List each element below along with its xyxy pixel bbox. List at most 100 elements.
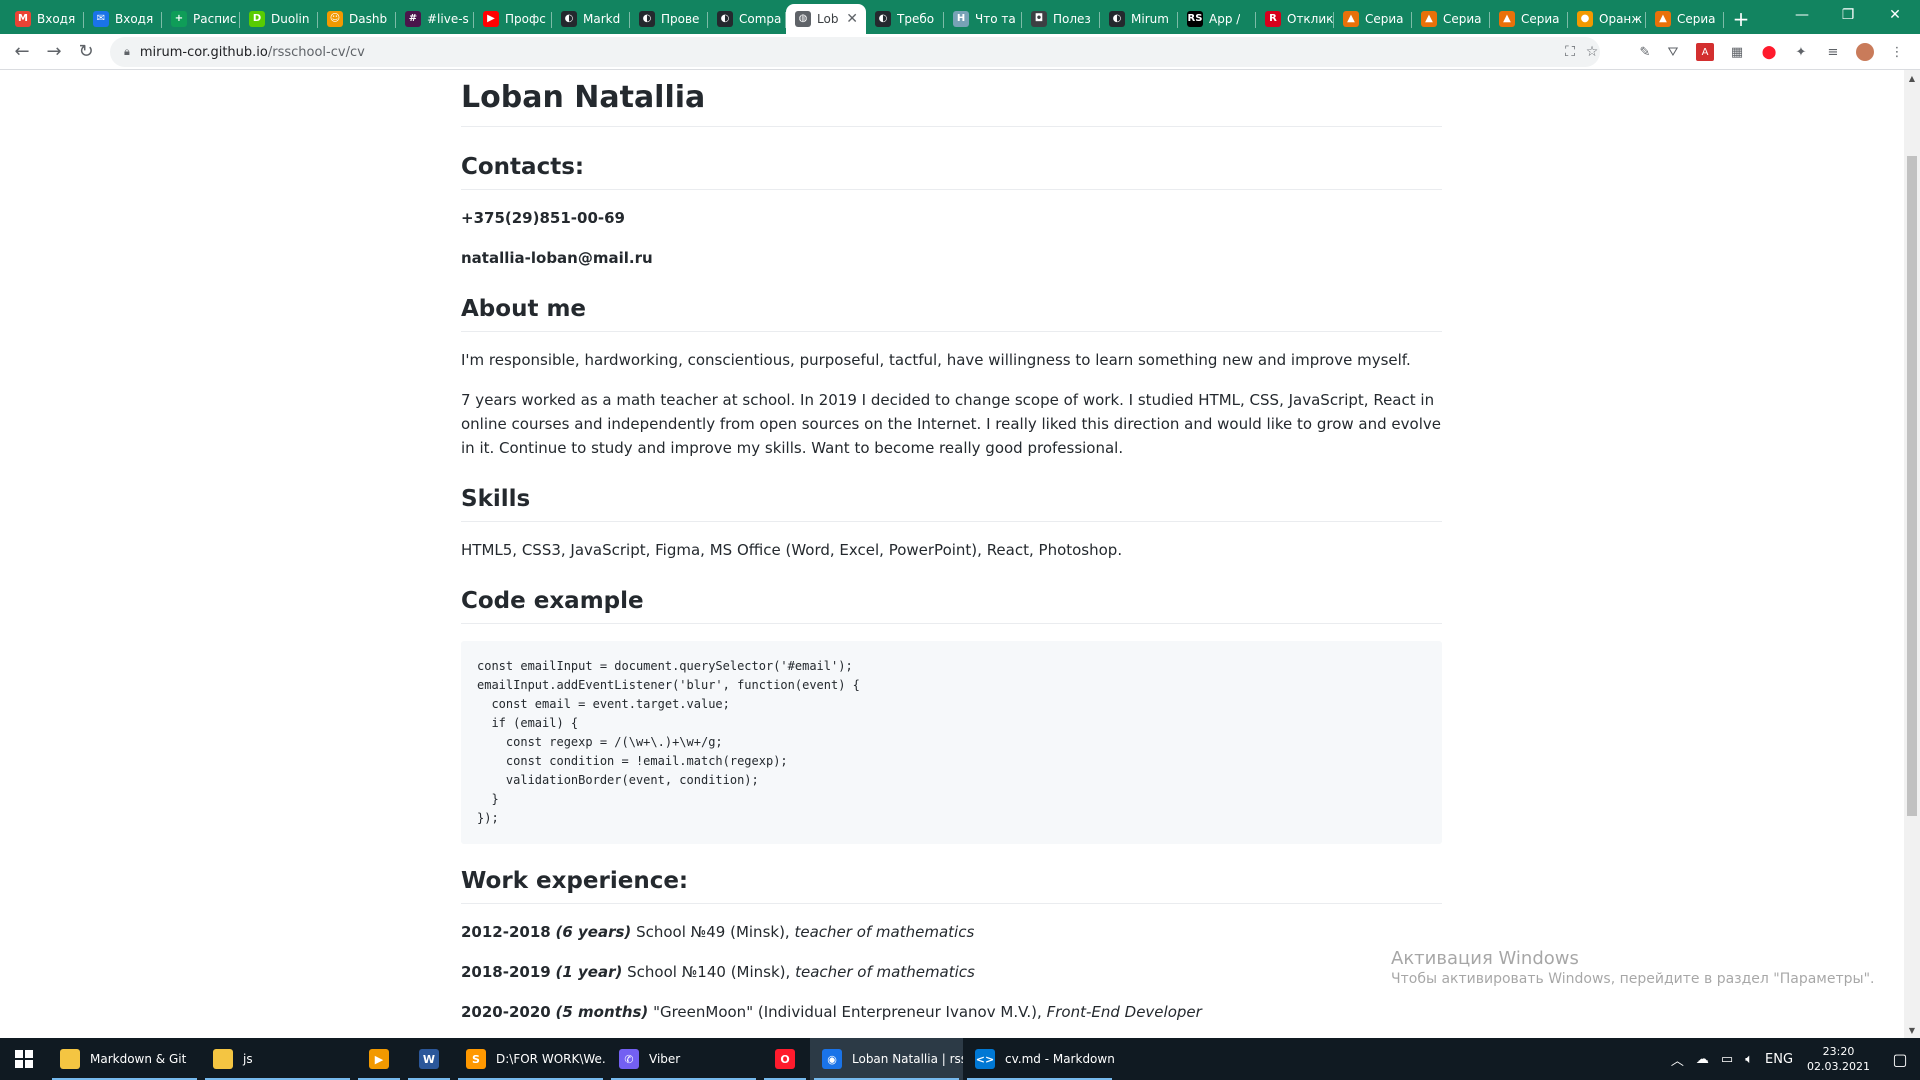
new-tab-button[interactable]: + bbox=[1726, 4, 1756, 34]
shield-icon: ◘ bbox=[1031, 11, 1047, 27]
code-block: const emailInput = document.querySelecto… bbox=[461, 641, 1442, 844]
browser-tab[interactable]: ▲ Сериа bbox=[1646, 4, 1724, 34]
taskbar-item[interactable]: W bbox=[404, 1038, 454, 1080]
forward-icon[interactable]: → bbox=[38, 36, 70, 68]
pdf-extension-icon[interactable]: A bbox=[1696, 43, 1714, 61]
rabota-icon: R bbox=[1265, 11, 1281, 27]
taskbar-item[interactable]: ✆ Viber bbox=[607, 1038, 760, 1080]
scroll-down-arrow-icon[interactable]: ▼ bbox=[1904, 1022, 1920, 1038]
tab-label: Сериа bbox=[1521, 12, 1560, 26]
tab-label: Входя bbox=[37, 12, 76, 26]
job-duration: (1 year) bbox=[555, 963, 623, 981]
translate-icon[interactable]: ⛶ bbox=[1562, 44, 1578, 60]
rs-icon: RS bbox=[1187, 11, 1203, 27]
close-tab-icon[interactable]: ✕ bbox=[846, 11, 858, 27]
page-scrollbar[interactable]: ▲ ▼ bbox=[1904, 70, 1920, 1038]
tray-chevron-icon[interactable]: ︿ bbox=[1671, 1050, 1684, 1069]
browser-tab[interactable]: ◍ Lob ✕ bbox=[786, 4, 866, 34]
windows-activation-watermark: Активация Windows Чтобы активировать Win… bbox=[1391, 948, 1874, 987]
about-paragraph-2: 7 years worked as a math teacher at scho… bbox=[461, 391, 1441, 457]
about-heading: About me bbox=[461, 296, 587, 322]
taskbar-item[interactable]: Markdown & Git bbox=[48, 1038, 201, 1080]
lock-icon[interactable]: 🔒︎ bbox=[124, 45, 130, 59]
job-place: "GreenMoon" (Individual Enterpreneur Iva… bbox=[653, 1003, 1042, 1021]
tab-label: Входя bbox=[115, 12, 154, 26]
job-item: 2018-2019 (1 year) School №140 (Minsk), … bbox=[461, 960, 1442, 984]
volume-icon[interactable]: 🔈︎ bbox=[1745, 1052, 1753, 1067]
browser-tab[interactable]: M Входя bbox=[6, 4, 84, 34]
folder-icon bbox=[213, 1049, 233, 1069]
extensions-puzzle-icon[interactable]: ✦ bbox=[1792, 43, 1810, 61]
browser-tab[interactable]: ☺ Dashb bbox=[318, 4, 396, 34]
taskbar-item-label: D:\FOR WORK\We... bbox=[496, 1052, 607, 1066]
about-paragraph-1: I'm responsible, hardworking, conscienti… bbox=[461, 351, 1411, 369]
browser-tab[interactable]: ◐ Compa bbox=[708, 4, 786, 34]
back-icon[interactable]: ← bbox=[6, 36, 38, 68]
clock[interactable]: 23:20 02.03.2021 bbox=[1807, 1044, 1870, 1074]
taskbar-item[interactable]: js bbox=[201, 1038, 354, 1080]
adblock-extension-icon[interactable]: ⬤ bbox=[1760, 43, 1778, 61]
github-icon: ◐ bbox=[639, 11, 655, 27]
tab-label: Распис bbox=[193, 12, 237, 26]
browser-tab[interactable]: ◐ Markd bbox=[552, 4, 630, 34]
github-icon: ◐ bbox=[717, 11, 733, 27]
taskbar-item[interactable]: ◉ Loban Natallia | rss... bbox=[810, 1038, 963, 1080]
notifications-icon[interactable]: ▢ bbox=[1880, 1038, 1920, 1080]
tab-label: Требо bbox=[897, 12, 935, 26]
taskbar-item[interactable]: O bbox=[760, 1038, 810, 1080]
sublime-icon: S bbox=[466, 1049, 486, 1069]
scrollbar-thumb[interactable] bbox=[1907, 156, 1917, 816]
browser-tab[interactable]: ◐ Требо bbox=[866, 4, 944, 34]
tab-label: Duolin bbox=[271, 12, 310, 26]
extension-pen-icon[interactable]: ✎ bbox=[1636, 43, 1654, 61]
extension-grid-icon[interactable]: ▦ bbox=[1728, 43, 1746, 61]
browser-tab[interactable]: R Отклик bbox=[1256, 4, 1334, 34]
email-address[interactable]: natallia-loban@mail.ru bbox=[461, 246, 1442, 270]
browser-tab[interactable]: RS App / bbox=[1178, 4, 1256, 34]
profile-avatar[interactable] bbox=[1856, 43, 1874, 61]
browser-tab[interactable]: # #live-s bbox=[396, 4, 474, 34]
tab-label: Dashb bbox=[349, 12, 388, 26]
watermark-subtitle: Чтобы активировать Windows, перейдите в … bbox=[1391, 971, 1875, 987]
url-path: /rsschool-cv/cv bbox=[267, 44, 365, 60]
extension-filter-icon[interactable]: ⛛ bbox=[1664, 43, 1682, 61]
taskbar-item[interactable]: ▶ bbox=[354, 1038, 404, 1080]
browser-tab[interactable]: ◘ Полез bbox=[1022, 4, 1100, 34]
browser-tab[interactable]: ▶ Профс bbox=[474, 4, 552, 34]
browser-tab[interactable]: ◐ Прове bbox=[630, 4, 708, 34]
about-divider bbox=[461, 331, 1442, 332]
browser-tab[interactable]: ✉ Входя bbox=[84, 4, 162, 34]
menu-kebab-icon[interactable]: ⋮ bbox=[1888, 43, 1906, 61]
browser-tab[interactable]: + Распис bbox=[162, 4, 240, 34]
taskbar-item[interactable]: <> cv.md - Markdown... bbox=[963, 1038, 1116, 1080]
scroll-up-arrow-icon[interactable]: ▲ bbox=[1904, 70, 1920, 86]
browser-tab[interactable]: ◐ Mirum bbox=[1100, 4, 1178, 34]
tab-label: App / bbox=[1209, 12, 1241, 26]
browser-tab[interactable]: ▲ Сериа bbox=[1334, 4, 1412, 34]
browser-tab[interactable]: ● Оранж bbox=[1568, 4, 1646, 34]
phone-number: +375(29)851-00-69 bbox=[461, 209, 625, 227]
windows-start-icon[interactable] bbox=[0, 1038, 48, 1080]
globe-icon: ◍ bbox=[795, 11, 811, 27]
reading-list-icon[interactable]: ≡ bbox=[1824, 43, 1842, 61]
network-icon[interactable]: ▭ bbox=[1721, 1052, 1733, 1067]
flame-icon: ▲ bbox=[1655, 11, 1671, 27]
restore-button[interactable]: ❐ bbox=[1825, 0, 1871, 30]
browser-tab[interactable]: H Что та bbox=[944, 4, 1022, 34]
close-window-button[interactable]: ✕ bbox=[1872, 0, 1918, 30]
address-bar[interactable]: 🔒︎ mirum-cor.github.io/rsschool-cv/cv ⛶ … bbox=[110, 37, 1600, 67]
tab-label: Mirum bbox=[1131, 12, 1169, 26]
watermark-title: Активация Windows bbox=[1391, 948, 1579, 969]
onedrive-icon[interactable]: ☁ bbox=[1696, 1052, 1709, 1067]
minimize-button[interactable]: — bbox=[1779, 0, 1825, 30]
reload-icon[interactable]: ↻ bbox=[70, 36, 102, 68]
browser-tab[interactable]: ▲ Сериа bbox=[1490, 4, 1568, 34]
browser-tab[interactable]: ▲ Сериа bbox=[1412, 4, 1490, 34]
taskbar-item[interactable]: S D:\FOR WORK\We... bbox=[454, 1038, 607, 1080]
bookmark-star-icon[interactable]: ☆ bbox=[1584, 44, 1600, 60]
folder-icon bbox=[60, 1049, 80, 1069]
language-indicator[interactable]: ENG bbox=[1765, 1052, 1793, 1067]
job-role: Front-End Developer bbox=[1046, 1003, 1202, 1021]
browser-tab[interactable]: D Duolin bbox=[240, 4, 318, 34]
habr-icon: H bbox=[953, 11, 969, 27]
